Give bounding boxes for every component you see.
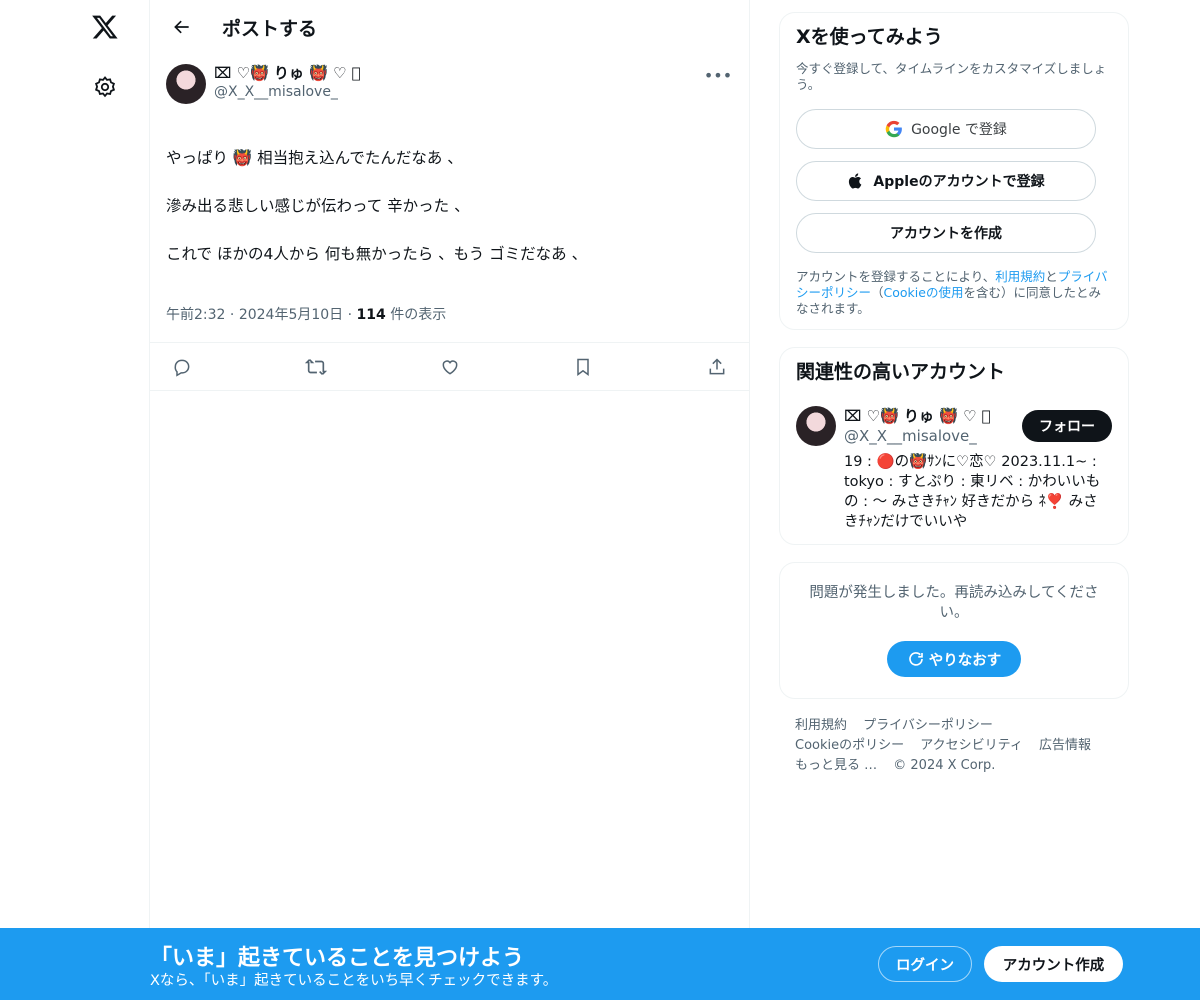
post: ⌧ ♡👹 りゅ 👹 ♡ ⃞ @X_X__misalove_ ••• やっぱり 👹…: [150, 54, 749, 391]
terms-pre: アカウントを登録することにより、: [796, 269, 996, 284]
like-icon[interactable]: [438, 355, 462, 379]
share-icon[interactable]: [705, 355, 729, 379]
bookmark-icon[interactable]: [571, 355, 595, 379]
google-signup-button[interactable]: Google で登録: [796, 109, 1096, 149]
related-accounts-card: 関連性の高いアカウント ⌧ ♡👹 りゅ 👹 ♡ ⃞ @X_X__misalove…: [779, 347, 1129, 545]
login-button[interactable]: ログイン: [878, 946, 972, 982]
terms-link[interactable]: 利用規約: [995, 269, 1045, 284]
create-account-button[interactable]: アカウントを作成: [796, 213, 1096, 253]
footer-terms-link[interactable]: 利用規約: [795, 718, 847, 733]
footer-more-link[interactable]: もっと見る …: [795, 758, 877, 773]
retry-label: やりなおす: [928, 652, 1002, 669]
apple-icon: [849, 173, 862, 189]
footer-privacy-link[interactable]: プライバシーポリシー: [863, 718, 993, 733]
x-logo-icon[interactable]: [86, 8, 124, 46]
main-column: ポストする ⌧ ♡👹 りゅ 👹 ♡ ⃞ @X_X__misalove_ ••• …: [149, 0, 750, 1000]
repost-icon[interactable]: [304, 355, 328, 379]
terms-mid: （: [871, 285, 884, 300]
refresh-icon: [908, 652, 923, 666]
views-label: 件の表示: [390, 307, 447, 323]
banner-title: 「いま」起きていることを見つけよう: [150, 946, 525, 971]
related-account-bio: 19 : 🔴の👹ｻﾝに♡恋♡ 2023.11.1~ : tokyo : すとぷり…: [844, 454, 1101, 530]
related-account-row[interactable]: ⌧ ♡👹 りゅ 👹 ♡ ⃞ @X_X__misalove_ 19 : 🔴の👹ｻﾝ…: [796, 406, 1112, 532]
post-text-line: これで ほかの4人から 何も無かったら 、もう ゴミだなあ 、: [166, 245, 588, 263]
footer-copyright: © 2024 X Corp.: [893, 758, 996, 773]
signup-title: Xを使ってみよう: [796, 26, 943, 48]
post-actions: [150, 342, 749, 391]
terms-and: と: [1045, 269, 1058, 284]
back-arrow-icon[interactable]: [164, 9, 200, 45]
signup-card: Xを使ってみよう 今すぐ登録して、タイムラインをカスタマイズしましょう。 Goo…: [779, 12, 1129, 330]
gear-icon[interactable]: [90, 72, 120, 102]
separator: ·: [229, 307, 239, 323]
author-handle[interactable]: @X_X__misalove_: [214, 83, 361, 102]
author-name[interactable]: ⌧ ♡👹 りゅ 👹 ♡ ⃞: [214, 64, 361, 83]
post-date[interactable]: 2024年5月10日: [239, 307, 343, 323]
avatar[interactable]: [796, 406, 836, 446]
left-nav: [0, 0, 150, 1000]
post-text: やっぱり 👹 相当抱え込んでたんだなあ 、 滲み出る悲しい感じが伝わって 辛かっ…: [166, 122, 733, 290]
post-meta: 午前2:32 · 2024年5月10日 · 114 件の表示: [166, 304, 733, 330]
terms-text: アカウントを登録することにより、利用規約とプライバシーポリシー（Cookieの使…: [796, 269, 1112, 317]
views-count: 114: [356, 307, 386, 323]
footer-ads-link[interactable]: 広告情報: [1039, 738, 1091, 753]
sidebar-footer: 利用規約 プライバシーポリシー Cookieのポリシー アクセシビリティ 広告情…: [779, 716, 1129, 776]
error-message: 問題が発生しました。再読み込みしてください。: [809, 585, 1099, 621]
related-title: 関連性の高いアカウント: [796, 361, 1006, 383]
footer-accessibility-link[interactable]: アクセシビリティ: [920, 738, 1023, 753]
separator: ·: [347, 307, 357, 323]
create-account-button-banner[interactable]: アカウント作成: [984, 946, 1123, 982]
retry-button[interactable]: やりなおす: [887, 641, 1021, 677]
follow-button[interactable]: フォロー: [1022, 410, 1112, 442]
footer-cookie-link[interactable]: Cookieのポリシー: [795, 738, 904, 753]
cookie-link[interactable]: Cookieの使用: [884, 285, 964, 300]
post-text-line: 滲み出る悲しい感じが伝わって 辛かった 、: [166, 197, 470, 215]
create-account-label: アカウントを作成: [890, 226, 1002, 242]
post-text-line: やっぱり 👹 相当抱え込んでたんだなあ 、: [166, 149, 463, 167]
post-author: ⌧ ♡👹 りゅ 👹 ♡ ⃞ @X_X__misalove_ •••: [166, 64, 733, 110]
author-info: ⌧ ♡👹 りゅ 👹 ♡ ⃞ @X_X__misalove_: [214, 64, 361, 102]
banner-subtitle: Xなら、「いま」起きていることをいち早くチェックできます。: [150, 973, 558, 989]
page-title: ポストする: [222, 17, 318, 40]
more-options-icon[interactable]: •••: [703, 64, 733, 86]
apple-signup-label: Appleのアカウントで登録: [873, 174, 1045, 190]
reply-icon[interactable]: [170, 355, 194, 379]
avatar[interactable]: [166, 64, 206, 104]
error-card: 問題が発生しました。再読み込みしてください。 やりなおす: [779, 562, 1129, 699]
page-header: ポストする: [150, 0, 749, 54]
google-icon: [885, 120, 902, 138]
post-time[interactable]: 午前2:32: [166, 307, 225, 323]
google-signup-label: Google で登録: [911, 122, 1007, 138]
signup-banner: 「いま」起きていることを見つけよう Xなら、「いま」起きていることをいち早くチェ…: [0, 928, 1200, 1000]
apple-signup-button[interactable]: Appleのアカウントで登録: [796, 161, 1096, 201]
right-sidebar: Xを使ってみよう 今すぐ登録して、タイムラインをカスタマイズしましょう。 Goo…: [779, 12, 1129, 776]
signup-subtitle: 今すぐ登録して、タイムラインをカスタマイズしましょう。: [796, 61, 1107, 92]
